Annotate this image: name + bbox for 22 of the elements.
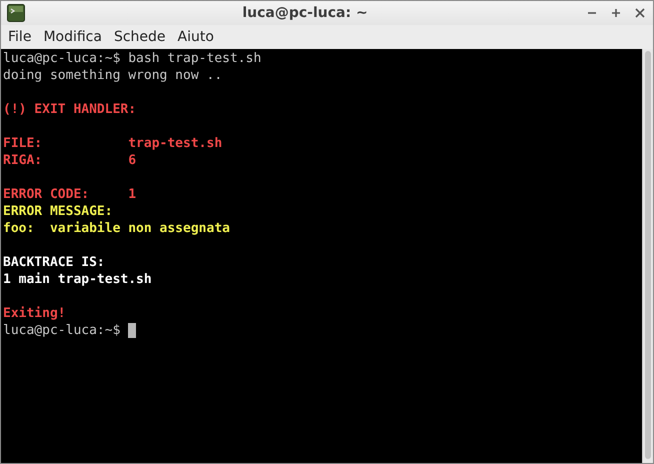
error-line: (!) EXIT HANDLER: <box>3 101 136 118</box>
menu-item[interactable]: Aiuto <box>174 27 218 47</box>
info-line: 1 main trap-test.sh <box>3 271 152 288</box>
error-line: ERROR CODE: 1 <box>3 186 136 203</box>
window-title: luca@pc-luca: ~ <box>241 5 369 21</box>
shell-prompt: luca@pc-luca:~$ <box>3 322 120 339</box>
terminal-line: luca@pc-luca:~$ bash trap-test.sh <box>3 50 262 67</box>
error-line: RIGA: 6 <box>3 152 136 169</box>
error-line: FILE: trap-test.sh <box>3 135 222 152</box>
menu-item[interactable]: Schede <box>110 27 170 47</box>
menu-item[interactable]: File <box>4 27 36 47</box>
text-cursor <box>128 323 136 338</box>
terminal-icon <box>7 4 25 22</box>
error-line: Exiting! <box>3 305 66 322</box>
warning-line: ERROR MESSAGE: <box>3 203 113 220</box>
terminal-line: doing something wrong now .. <box>3 67 222 84</box>
close-icon[interactable] <box>633 6 647 20</box>
info-line: BACKTRACE IS: <box>3 254 105 271</box>
warning-line: foo: variabile non assegnata <box>3 220 230 237</box>
scrollbar[interactable] <box>642 49 653 463</box>
menu-item[interactable]: Modifica <box>39 27 106 47</box>
maximize-icon[interactable] <box>609 6 623 20</box>
